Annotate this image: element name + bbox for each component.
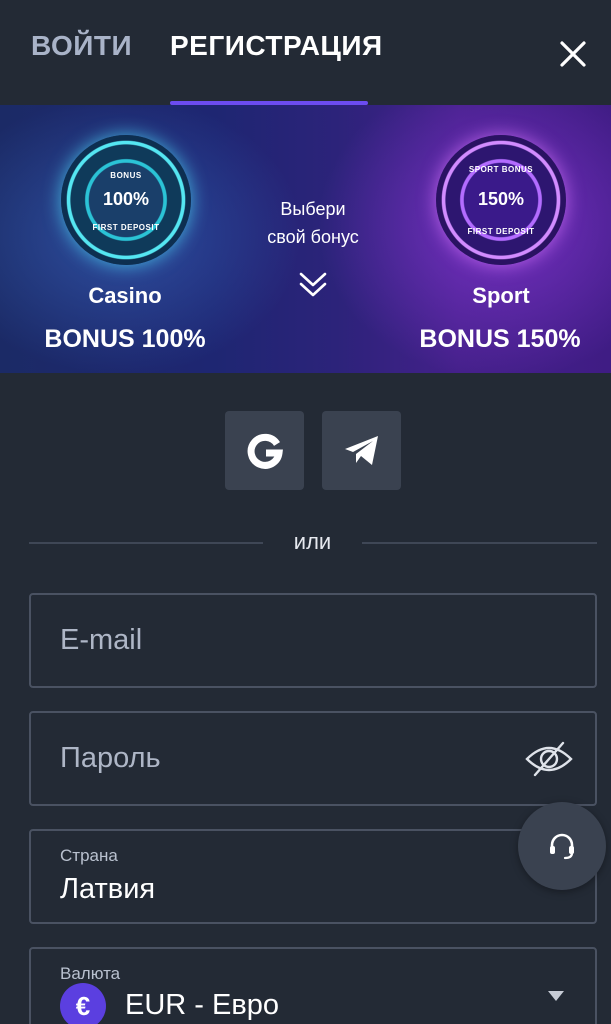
- tab-login[interactable]: ВОЙТИ: [31, 30, 132, 70]
- choose-bonus-line1: Выбери: [280, 199, 346, 219]
- telegram-login-button[interactable]: [322, 411, 401, 490]
- tab-register[interactable]: РЕГИСТРАЦИЯ: [170, 30, 383, 70]
- choose-bonus-line2: свой бонус: [267, 227, 359, 247]
- country-select[interactable]: Страна Латвия: [29, 829, 597, 924]
- auth-header: ВОЙТИ РЕГИСТРАЦИЯ: [0, 0, 611, 105]
- sport-badge-top-text: SPORT BONUS: [468, 165, 534, 174]
- sport-title[interactable]: Sport: [416, 283, 586, 309]
- choose-bonus-text: Выбери свой бонус: [243, 195, 383, 251]
- divider-right: [362, 542, 597, 544]
- euro-icon: €: [60, 983, 106, 1024]
- email-field-container: [29, 593, 597, 688]
- casino-badge-top-text: BONUS: [110, 171, 142, 180]
- password-field-container: [29, 711, 597, 806]
- casino-title[interactable]: Casino: [40, 283, 210, 309]
- sport-badge-bottom-text: FIRST DEPOSIT: [467, 227, 535, 236]
- double-chevron-down-icon: [299, 272, 327, 297]
- google-icon: [247, 433, 283, 469]
- bonus-banner: BONUS 100% FIRST DEPOSIT Casino BONUS 10…: [0, 105, 611, 373]
- country-label: Страна: [60, 846, 118, 865]
- sport-bonus-text[interactable]: BONUS 150%: [400, 325, 600, 354]
- support-chat-button[interactable]: [518, 802, 606, 890]
- eye-off-icon: [525, 741, 573, 777]
- google-login-button[interactable]: [225, 411, 304, 490]
- casino-bonus-badge[interactable]: BONUS 100% FIRST DEPOSIT: [61, 135, 191, 265]
- divider-left: [29, 542, 263, 544]
- telegram-icon: [344, 435, 378, 465]
- sport-bonus-badge[interactable]: SPORT BONUS 150% FIRST DEPOSIT: [436, 135, 566, 265]
- password-field[interactable]: [60, 713, 530, 804]
- toggle-password-visibility-button[interactable]: [525, 739, 573, 779]
- close-button[interactable]: [557, 38, 589, 70]
- caret-down-icon[interactable]: [547, 989, 565, 1003]
- headset-icon: [550, 833, 574, 860]
- currency-label: Валюта: [60, 964, 121, 983]
- close-icon: [560, 41, 586, 67]
- email-field[interactable]: [60, 595, 530, 686]
- currency-value: EUR - Евро: [125, 989, 280, 1021]
- casino-badge-bottom-text: FIRST DEPOSIT: [92, 223, 160, 232]
- currency-select[interactable]: Валюта € EUR - Евро: [29, 947, 597, 1024]
- casino-badge-value: 100%: [102, 189, 150, 209]
- casino-bonus-text[interactable]: BONUS 100%: [20, 325, 230, 354]
- country-value: Латвия: [60, 873, 156, 905]
- divider-or-text: или: [293, 529, 332, 554]
- sport-badge-value: 150%: [477, 189, 525, 209]
